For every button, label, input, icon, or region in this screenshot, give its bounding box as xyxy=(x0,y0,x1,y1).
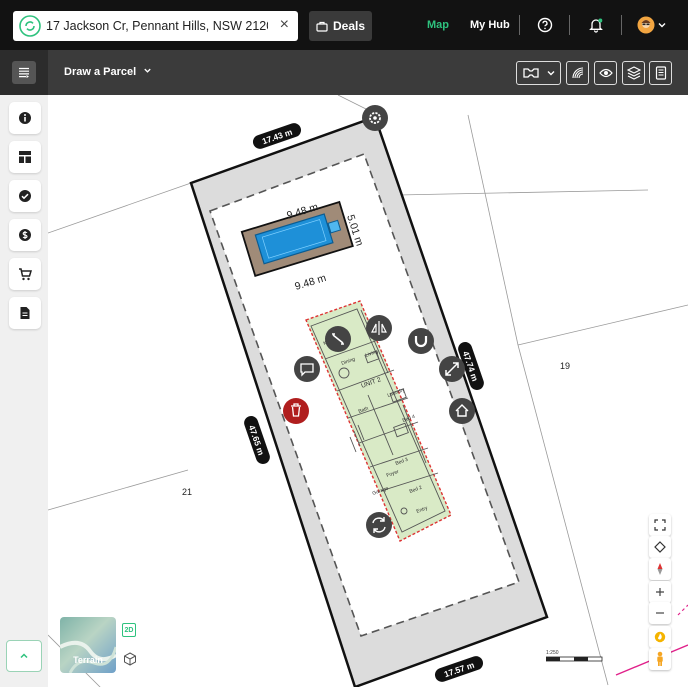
left-sidebar xyxy=(0,95,48,687)
sidebar-item-layout[interactable] xyxy=(9,141,41,173)
bell-icon xyxy=(589,18,603,33)
info-icon xyxy=(19,112,31,124)
resize-button[interactable] xyxy=(439,356,465,382)
divider xyxy=(569,15,570,35)
zoom-in-button[interactable] xyxy=(649,581,671,603)
view-3d-button[interactable] xyxy=(116,645,144,673)
deals-button[interactable]: Deals xyxy=(309,11,372,41)
sidebar-item-check[interactable] xyxy=(9,180,41,212)
flame-icon xyxy=(654,631,666,643)
hazard-layer-button[interactable] xyxy=(649,626,671,648)
layout-icon xyxy=(19,151,31,163)
map-toolbar: Draw a Parcel xyxy=(0,50,688,95)
lot-label-19: 19 xyxy=(560,361,570,371)
nav-map[interactable]: Map xyxy=(427,19,449,31)
chevron-down-icon xyxy=(144,68,151,73)
document-icon xyxy=(20,307,30,319)
check-icon xyxy=(19,190,31,202)
survey-tool-button[interactable] xyxy=(516,61,561,85)
clear-search-icon[interactable]: × xyxy=(280,17,289,33)
help-icon xyxy=(537,17,553,33)
divider xyxy=(519,15,520,35)
sidebar-item-cart[interactable] xyxy=(9,258,41,290)
deals-label: Deals xyxy=(332,19,366,33)
zoom-out-button[interactable] xyxy=(649,602,671,624)
scale-label: 1:250 xyxy=(546,650,559,656)
flip-button[interactable] xyxy=(366,315,392,341)
fullscreen-button[interactable] xyxy=(649,514,671,536)
settings-button[interactable] xyxy=(362,105,388,131)
address-input[interactable]: 17 Jackson Cr, Pennant Hills, NSW 2120, … xyxy=(46,19,268,33)
zoom-out-icon xyxy=(656,612,664,614)
scale-bar: 1:250 xyxy=(545,648,604,668)
divider xyxy=(621,15,622,35)
logo-icon xyxy=(19,15,41,37)
survey-icon xyxy=(522,68,539,78)
home-button[interactable] xyxy=(449,398,475,424)
fullscreen-icon xyxy=(654,519,666,531)
view-2d-badge[interactable]: 2D xyxy=(122,623,136,637)
compass-button[interactable] xyxy=(649,558,671,580)
pool-spa xyxy=(327,219,342,234)
user-menu[interactable] xyxy=(636,14,668,36)
street-view-button[interactable] xyxy=(649,648,671,670)
panel-toggle-area xyxy=(0,50,48,95)
pegman-icon xyxy=(657,651,663,666)
contours-icon xyxy=(571,67,583,79)
chevron-down-icon xyxy=(658,23,666,28)
sidebar-item-info[interactable] xyxy=(9,102,41,134)
nav-my-hub[interactable]: My Hub xyxy=(470,19,510,31)
briefcase-icon xyxy=(316,21,328,32)
comment-button[interactable] xyxy=(294,356,320,382)
chevron-up-icon xyxy=(20,653,28,659)
chevron-down-icon xyxy=(547,71,554,76)
app-window: 17 Jackson Cr, Pennant Hills, NSW 2120, … xyxy=(0,0,688,687)
cube-icon xyxy=(124,652,136,666)
lot-label-21: 21 xyxy=(182,487,192,497)
layers-icon xyxy=(626,66,641,80)
report-button[interactable] xyxy=(649,61,672,85)
locate-button[interactable] xyxy=(649,536,671,558)
draw-parcel-dropdown[interactable]: Draw a Parcel xyxy=(64,66,152,78)
notifications-button[interactable] xyxy=(585,14,607,36)
draw-parcel-label: Draw a Parcel xyxy=(64,66,137,78)
top-bar: 17 Jackson Cr, Pennant Hills, NSW 2120, … xyxy=(0,0,688,50)
sidebar-item-finance[interactable] xyxy=(9,219,41,251)
collapse-panel-button[interactable] xyxy=(6,640,42,672)
terrain-label: Terrain xyxy=(73,655,103,665)
panel-toggle-button[interactable] xyxy=(12,61,36,84)
help-button[interactable] xyxy=(534,14,556,36)
reshape-button[interactable] xyxy=(325,326,351,352)
report-icon xyxy=(655,66,666,80)
delete-button[interactable] xyxy=(283,398,309,424)
rotate-button[interactable] xyxy=(366,512,392,538)
dollar-icon xyxy=(19,229,31,241)
locate-icon xyxy=(654,541,666,553)
terrain-toggle[interactable]: Terrain xyxy=(60,617,116,673)
compass-icon xyxy=(657,563,663,575)
contours-button[interactable] xyxy=(566,61,589,85)
scale-bar-graphic: 1:250 xyxy=(545,650,603,662)
menu-icon xyxy=(19,67,29,78)
eye-icon xyxy=(598,68,613,78)
cart-icon xyxy=(19,268,32,281)
zoom-in-icon xyxy=(656,588,664,596)
sidebar-item-documents[interactable] xyxy=(9,297,41,329)
layers-button[interactable] xyxy=(622,61,645,85)
address-search[interactable]: 17 Jackson Cr, Pennant Hills, NSW 2120, … xyxy=(13,11,298,41)
avatar xyxy=(637,16,655,34)
map-canvas[interactable]: 9.48 m 9.48 m 5.01 m Living Dining Bed 4… xyxy=(48,95,688,687)
snap-button[interactable] xyxy=(408,328,434,354)
visibility-button[interactable] xyxy=(594,61,617,85)
